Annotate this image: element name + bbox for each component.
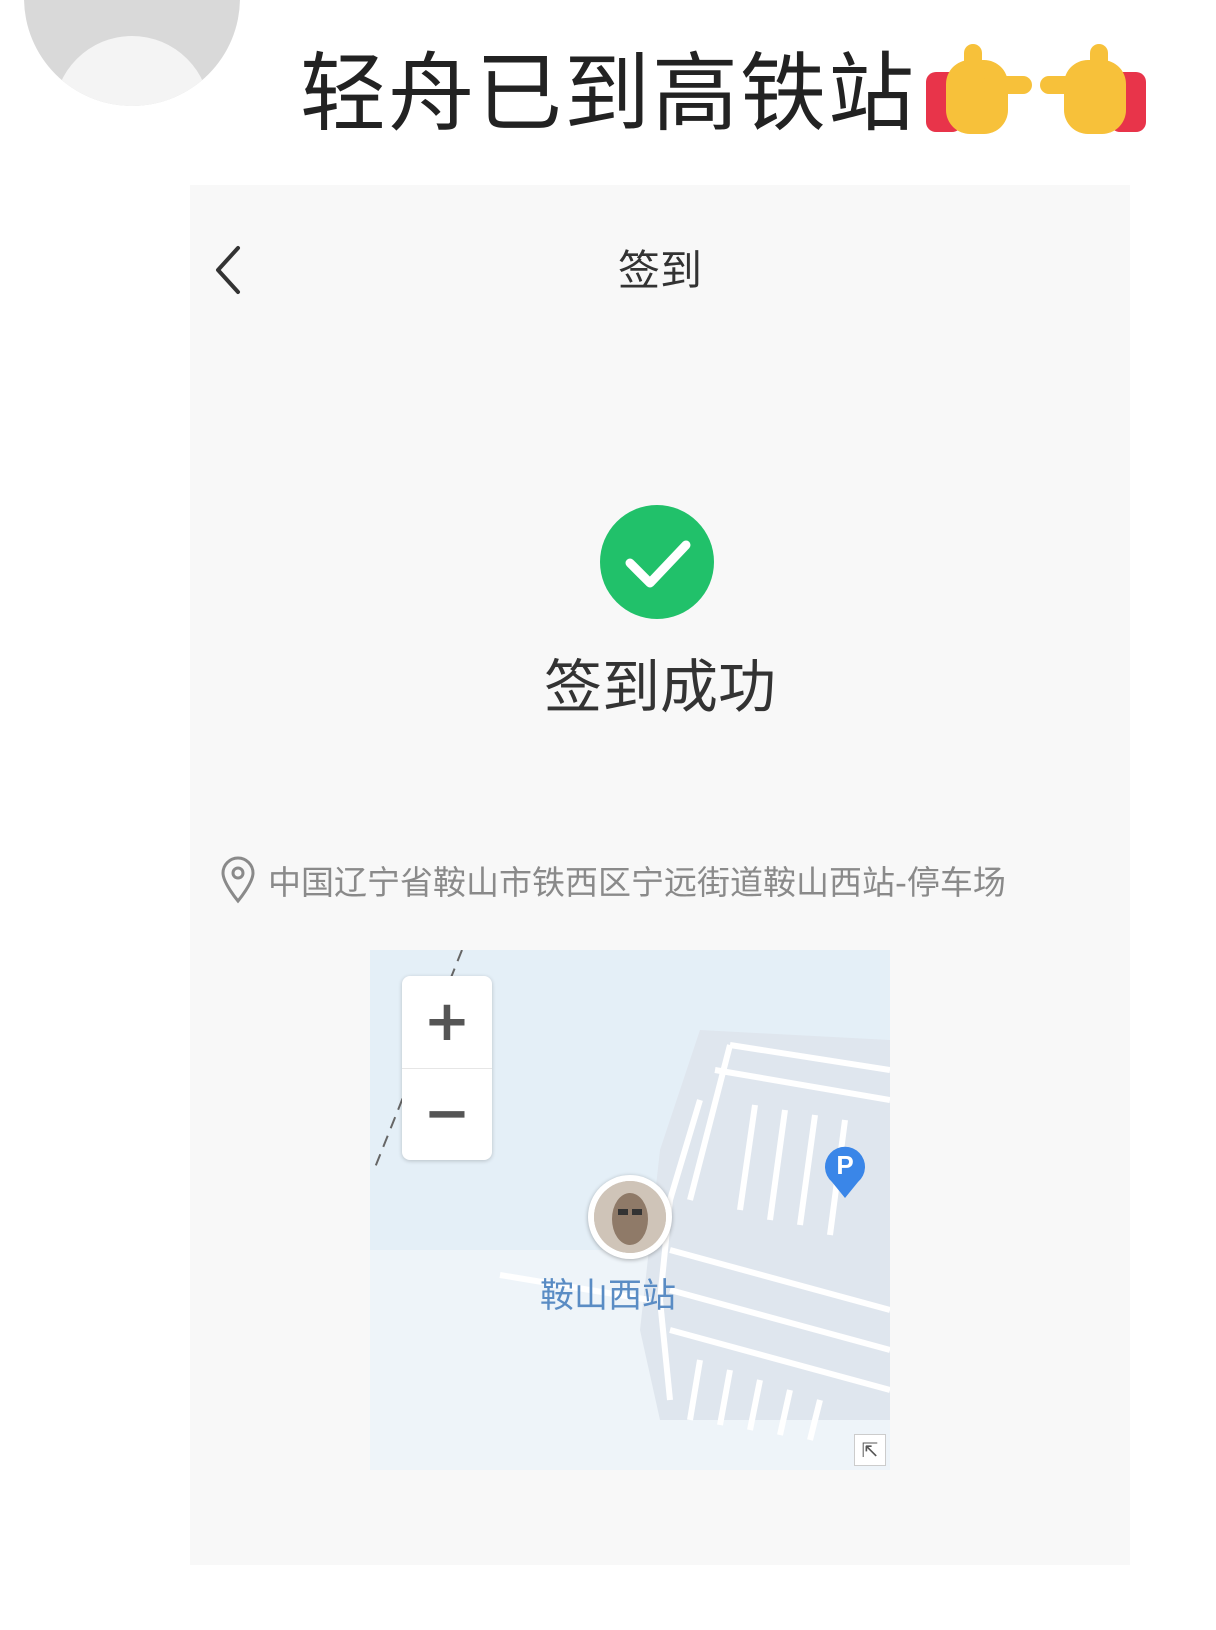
checkin-screen: 签到 签到成功 中国辽宁省鞍山市铁西区宁远街道鞍山西站-停车场 + − P 鞍山… (190, 185, 1130, 1565)
pointing-right-hand-icon (926, 44, 1032, 134)
map-zoom-control: + − (402, 976, 492, 1160)
user-location-marker[interactable] (588, 1175, 672, 1259)
emoji-group (920, 38, 1152, 146)
map-expand-button[interactable]: ⇱ (854, 1434, 886, 1466)
parking-marker-icon[interactable]: P (822, 1142, 868, 1200)
avatar-body-shape (54, 36, 210, 106)
location-row: 中国辽宁省鞍山市铁西区宁远街道鞍山西站-停车场 (218, 855, 1006, 905)
zoom-in-button[interactable]: + (402, 976, 492, 1069)
location-address: 中国辽宁省鞍山市铁西区宁远街道鞍山西站-停车场 (268, 863, 1006, 902)
map-station-label: 鞍山西站 (540, 1276, 676, 1316)
post-caption: 轻舟已到高铁站 (300, 44, 916, 144)
location-pin-icon (221, 856, 255, 904)
page-title: 签到 (617, 246, 702, 295)
user-avatar-photo (594, 1181, 666, 1253)
zoom-out-button[interactable]: − (402, 1068, 492, 1160)
pointing-left-hand-icon (1040, 44, 1146, 134)
parking-marker-label: P (836, 1150, 853, 1180)
check-circle-icon (600, 505, 714, 619)
checkin-status-text: 签到成功 (543, 653, 776, 721)
location-map[interactable]: + − P 鞍山西站 ⇱ (370, 950, 890, 1470)
poster-avatar[interactable] (24, 0, 240, 106)
